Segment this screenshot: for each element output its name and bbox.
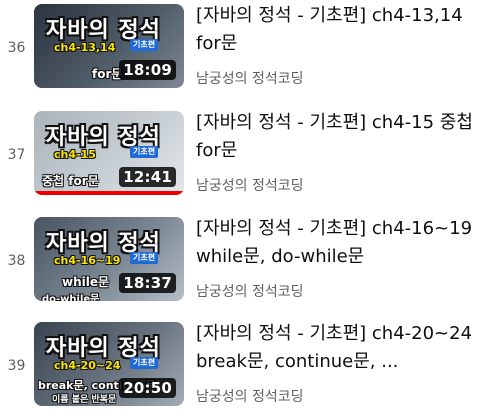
thumbnail-badge: 기초편 bbox=[130, 146, 159, 158]
thumbnail-chapter: ch4-13,14 bbox=[54, 41, 116, 54]
thumbnail-topic: while문 bbox=[62, 275, 110, 289]
thumbnail-topic: 중첩 for문 bbox=[42, 174, 99, 188]
duration-badge: 12:41 bbox=[119, 167, 176, 187]
video-title[interactable]: [자바의 정석 - 기초편] ch4-15 중첩 for문 bbox=[196, 109, 480, 165]
playlist: 36 자바의 정석 ch4-13,14 기초편 for문 18:09 [자바의 … bbox=[0, 0, 495, 418]
video-meta: [자바의 정석 - 기초편] ch4-16~19 while문, do-whil… bbox=[196, 215, 480, 301]
video-meta: [자바의 정석 - 기초편] ch4-13,14 for문 남궁성의 정석코딩 bbox=[196, 2, 480, 88]
item-index: 39 bbox=[7, 358, 26, 374]
playlist-item[interactable]: 37 자바의 정석 ch4-15 기초편 중첩 for문 12:41 [자바의 … bbox=[0, 107, 495, 203]
video-thumbnail[interactable]: 자바의 정석 ch4-20~24 기초편 break문, continue문 이… bbox=[34, 322, 184, 406]
channel-name[interactable]: 남궁성의 정석코딩 bbox=[196, 175, 480, 195]
playlist-item[interactable]: 39 자바의 정석 ch4-20~24 기초편 break문, continue… bbox=[0, 318, 495, 414]
video-thumbnail[interactable]: 자바의 정석 ch4-16~19 기초편 while문 do-while문 18… bbox=[34, 217, 184, 301]
duration-badge: 18:09 bbox=[119, 60, 176, 80]
duration-badge: 20:50 bbox=[119, 378, 176, 398]
thumbnail-badge: 기초편 bbox=[130, 357, 159, 369]
duration-badge: 18:37 bbox=[119, 273, 176, 293]
video-meta: [자바의 정석 - 기초편] ch4-20~24 break문, continu… bbox=[196, 320, 480, 406]
item-index: 37 bbox=[7, 147, 26, 163]
thumbnail-chapter: ch4-15 bbox=[54, 148, 96, 161]
item-index: 38 bbox=[7, 253, 26, 269]
thumbnail-topic-2: do-while문 bbox=[42, 294, 100, 301]
channel-name[interactable]: 남궁성의 정석코딩 bbox=[196, 68, 480, 88]
thumbnail-chapter: ch4-16~19 bbox=[54, 254, 121, 267]
video-title[interactable]: [자바의 정석 - 기초편] ch4-13,14 for문 bbox=[196, 2, 480, 58]
video-thumbnail[interactable]: 자바의 정석 ch4-15 기초편 중첩 for문 12:41 bbox=[34, 111, 184, 195]
thumbnail-badge: 기초편 bbox=[130, 252, 159, 264]
video-meta: [자바의 정석 - 기초편] ch4-15 중첩 for문 남궁성의 정석코딩 bbox=[196, 109, 480, 195]
thumbnail-topic: for문 bbox=[92, 67, 123, 81]
video-thumbnail[interactable]: 자바의 정석 ch4-13,14 기초편 for문 18:09 bbox=[34, 4, 184, 88]
thumbnail-chapter: ch4-20~24 bbox=[54, 359, 121, 372]
playlist-item[interactable]: 36 자바의 정석 ch4-13,14 기초편 for문 18:09 [자바의 … bbox=[0, 0, 495, 96]
playlist-item[interactable]: 38 자바의 정석 ch4-16~19 기초편 while문 do-while문… bbox=[0, 213, 495, 309]
watch-progress-bar bbox=[34, 191, 184, 195]
thumbnail-topic-2: 이름 붙은 반복문 bbox=[52, 395, 117, 405]
video-title[interactable]: [자바의 정석 - 기초편] ch4-16~19 while문, do-whil… bbox=[196, 215, 480, 271]
video-title[interactable]: [자바의 정석 - 기초편] ch4-20~24 break문, continu… bbox=[196, 320, 480, 376]
thumbnail-badge: 기초편 bbox=[130, 39, 159, 51]
item-index: 36 bbox=[7, 40, 26, 56]
channel-name[interactable]: 남궁성의 정석코딩 bbox=[196, 281, 480, 301]
channel-name[interactable]: 남궁성의 정석코딩 bbox=[196, 386, 480, 406]
